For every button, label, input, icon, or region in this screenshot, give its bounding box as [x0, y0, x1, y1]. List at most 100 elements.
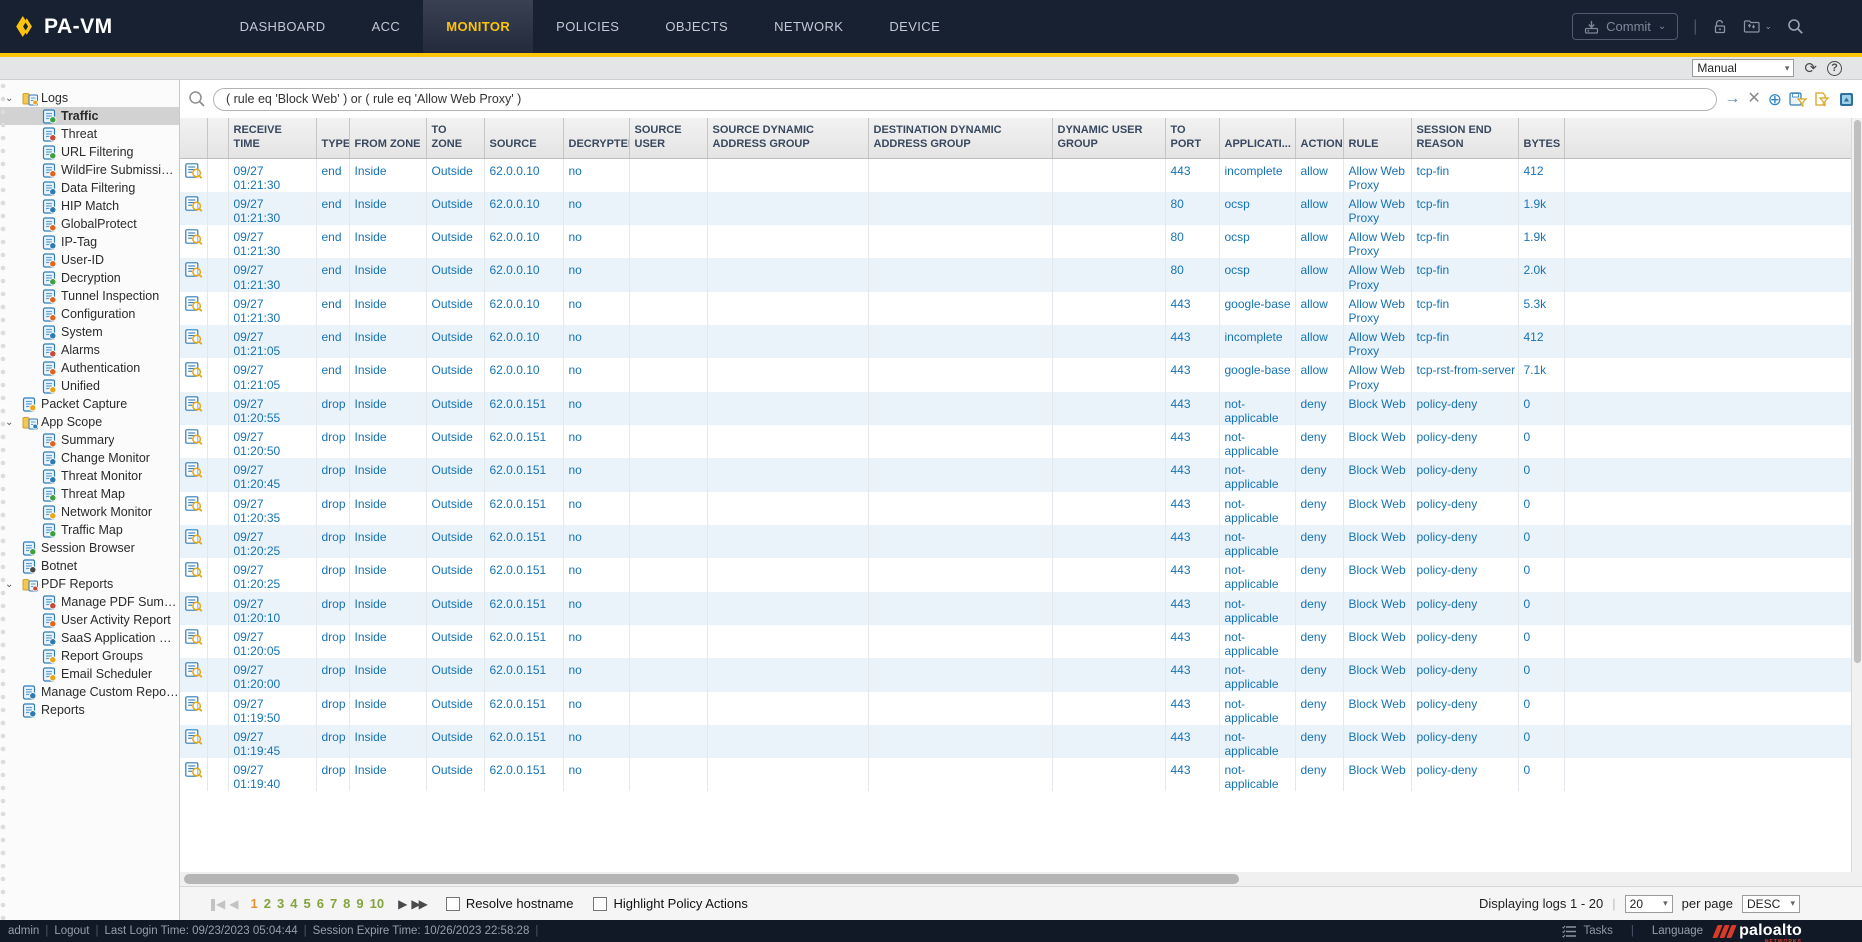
cell-decrypted[interactable]: no — [563, 258, 629, 291]
cell-to-port[interactable]: 443 — [1165, 358, 1219, 391]
cell-bytes[interactable]: 0 — [1518, 558, 1564, 591]
sidebar-item-app-scope[interactable]: ⌄App Scope — [0, 413, 179, 431]
cell-bytes[interactable]: 412 — [1518, 158, 1564, 192]
cell-action[interactable]: allow — [1295, 358, 1343, 391]
cell-bytes[interactable]: 0 — [1518, 592, 1564, 625]
cell-decrypted[interactable]: no — [563, 492, 629, 525]
cell-applicati[interactable]: not-applicable — [1219, 458, 1295, 491]
column-header-bytes[interactable]: BYTES — [1518, 118, 1564, 158]
tab-policies[interactable]: POLICIES — [533, 0, 642, 53]
cell-bytes[interactable]: 0 — [1518, 458, 1564, 491]
cell-source[interactable]: 62.0.0.10 — [484, 258, 563, 291]
page-number-1[interactable]: 1 — [251, 896, 258, 911]
cell-decrypted[interactable]: no — [563, 558, 629, 591]
horizontal-scrollbar[interactable] — [180, 872, 1862, 886]
sidebar-item-network-monitor[interactable]: Network Monitor — [0, 503, 179, 521]
vertical-scrollbar[interactable] — [1851, 118, 1862, 872]
cell-rule[interactable]: Allow Web Proxy — [1343, 325, 1411, 358]
log-detail-icon[interactable] — [180, 725, 207, 758]
cell-source[interactable]: 62.0.0.151 — [484, 558, 563, 591]
cell-decrypted[interactable]: no — [563, 225, 629, 258]
cell-action[interactable]: allow — [1295, 258, 1343, 291]
cell-source[interactable]: 62.0.0.151 — [484, 425, 563, 458]
sidebar-item-alarms[interactable]: Alarms — [0, 341, 179, 359]
cell-decrypted[interactable]: no — [563, 725, 629, 758]
column-header-dynamic-user-group[interactable]: DYNAMIC USER GROUP — [1052, 118, 1165, 158]
cell-to-zone[interactable]: Outside — [426, 458, 484, 491]
column-header-source[interactable]: SOURCE — [484, 118, 563, 158]
cell-type[interactable]: drop — [316, 625, 349, 658]
cell-source[interactable]: 62.0.0.151 — [484, 658, 563, 691]
sidebar-item-decryption[interactable]: Decryption — [0, 269, 179, 287]
cell-source[interactable]: 62.0.0.10 — [484, 358, 563, 391]
cell-receive-time[interactable]: 09/27 01:20:05 — [228, 625, 316, 658]
apply-filter-icon[interactable]: → — [1724, 91, 1740, 107]
cell-from-zone[interactable]: Inside — [349, 192, 426, 225]
log-detail-icon[interactable] — [180, 458, 207, 491]
column-header-to-port[interactable]: TO PORT — [1165, 118, 1219, 158]
cell-to-port[interactable]: 443 — [1165, 292, 1219, 325]
per-page-select[interactable]: 20 ▾ — [1625, 895, 1673, 913]
sidebar-item-configuration[interactable]: Configuration — [0, 305, 179, 323]
cell-applicati[interactable]: not-applicable — [1219, 758, 1295, 791]
cell-to-zone[interactable]: Outside — [426, 758, 484, 791]
column-header-session-end-reason[interactable]: SESSION END REASON — [1411, 118, 1518, 158]
cell-from-zone[interactable]: Inside — [349, 558, 426, 591]
cell-applicati[interactable]: ocsp — [1219, 225, 1295, 258]
cell-applicati[interactable]: not-applicable — [1219, 392, 1295, 425]
page-number-5[interactable]: 5 — [303, 896, 310, 911]
cell-decrypted[interactable]: no — [563, 758, 629, 791]
cell-source[interactable]: 62.0.0.151 — [484, 692, 563, 725]
next-page-icon[interactable]: ▶ — [398, 897, 405, 911]
column-header-to-zone[interactable]: TO ZONE — [426, 118, 484, 158]
sidebar-item-authentication[interactable]: Authentication — [0, 359, 179, 377]
cell-applicati[interactable]: ocsp — [1219, 192, 1295, 225]
cell-decrypted[interactable]: no — [563, 358, 629, 391]
cell-decrypted[interactable]: no — [563, 392, 629, 425]
cell-to-port[interactable]: 80 — [1165, 192, 1219, 225]
cell-rule[interactable]: Allow Web Proxy — [1343, 192, 1411, 225]
cell-receive-time[interactable]: 09/27 01:19:45 — [228, 725, 316, 758]
sidebar-item-system[interactable]: System — [0, 323, 179, 341]
sidebar-item-saas-application-usage[interactable]: SaaS Application Usage — [0, 629, 179, 647]
cell-to-port[interactable]: 443 — [1165, 425, 1219, 458]
cell-receive-time[interactable]: 09/27 01:20:00 — [228, 658, 316, 691]
column-header-from-zone[interactable]: FROM ZONE — [349, 118, 426, 158]
cell-to-port[interactable]: 443 — [1165, 592, 1219, 625]
cell-receive-time[interactable]: 09/27 01:20:55 — [228, 392, 316, 425]
logout-link[interactable]: Logout — [54, 925, 89, 937]
cell-receive-time[interactable]: 09/27 01:20:45 — [228, 458, 316, 491]
sidebar-item-threat-monitor[interactable]: Threat Monitor — [0, 467, 179, 485]
cell-rule[interactable]: Block Web — [1343, 558, 1411, 591]
cell-applicati[interactable]: not-applicable — [1219, 692, 1295, 725]
cell-type[interactable]: drop — [316, 392, 349, 425]
last-page-icon[interactable]: ▶▶ — [411, 897, 425, 911]
cell-applicati[interactable]: not-applicable — [1219, 625, 1295, 658]
cell-from-zone[interactable]: Inside — [349, 658, 426, 691]
cell-decrypted[interactable]: no — [563, 458, 629, 491]
page-number-3[interactable]: 3 — [277, 896, 284, 911]
cell-source[interactable]: 62.0.0.151 — [484, 592, 563, 625]
sidebar-item-packet-capture[interactable]: Packet Capture — [0, 395, 179, 413]
cell-to-zone[interactable]: Outside — [426, 158, 484, 192]
cell-receive-time[interactable]: 09/27 01:20:10 — [228, 592, 316, 625]
help-icon[interactable]: ? — [1827, 61, 1842, 76]
cell-to-port[interactable]: 443 — [1165, 558, 1219, 591]
cell-session-end-reason[interactable]: policy-deny — [1411, 625, 1518, 658]
cell-session-end-reason[interactable]: tcp-fin — [1411, 325, 1518, 358]
cell-type[interactable]: end — [316, 225, 349, 258]
cell-from-zone[interactable]: Inside — [349, 425, 426, 458]
column-header-source-dynamic-address-group[interactable]: SOURCE DYNAMIC ADDRESS GROUP — [707, 118, 868, 158]
cell-rule[interactable]: Block Web — [1343, 625, 1411, 658]
horizontal-scrollbar-thumb[interactable] — [184, 874, 1239, 884]
column-header-decrypted[interactable]: DECRYPTED — [563, 118, 629, 158]
cell-type[interactable]: drop — [316, 558, 349, 591]
log-detail-icon[interactable] — [180, 325, 207, 358]
cell-bytes[interactable]: 0 — [1518, 525, 1564, 558]
cell-bytes[interactable]: 0 — [1518, 658, 1564, 691]
sidebar-item-pdf-reports[interactable]: ⌄PDF Reports — [0, 575, 179, 593]
sidebar-item-summary[interactable]: Summary — [0, 431, 179, 449]
cell-receive-time[interactable]: 09/27 01:20:25 — [228, 558, 316, 591]
cell-to-zone[interactable]: Outside — [426, 425, 484, 458]
prev-page-icon[interactable]: ◀ — [229, 897, 236, 911]
